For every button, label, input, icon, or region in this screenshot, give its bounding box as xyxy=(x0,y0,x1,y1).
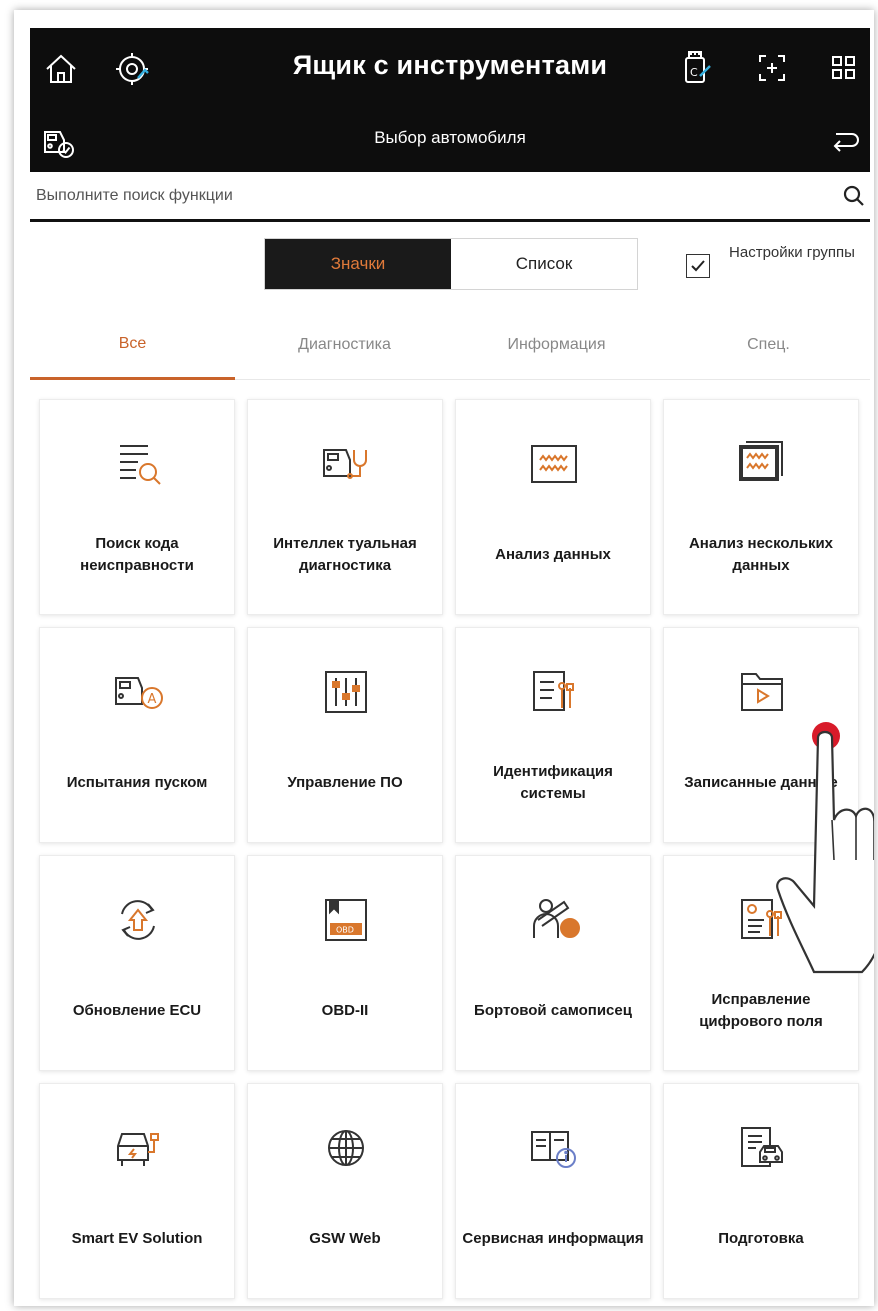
tile-service-information[interactable]: Сервисная информация xyxy=(455,1083,651,1299)
tile-intelligent-diagnosis[interactable]: Интеллек туальная диагностика xyxy=(247,399,443,615)
tile-label: Анализ данных xyxy=(495,546,611,563)
globe-icon xyxy=(316,1120,376,1176)
function-grid: Поиск кода неисправности Интеллек туальн… xyxy=(39,399,867,1306)
sliders-icon xyxy=(316,664,376,720)
service-book-icon xyxy=(524,1120,584,1176)
dtc-search-icon xyxy=(108,436,168,492)
tile-label: Интеллек туальная диагностика xyxy=(273,535,417,574)
header-bar: Ящик с инструментами C Выбор автомобиля xyxy=(30,28,870,172)
tile-onboard-recorder[interactable]: Бортовой самописец xyxy=(455,855,651,1071)
obd-icon: OBD xyxy=(316,892,376,948)
tile-smart-ev[interactable]: Smart EV Solution xyxy=(39,1083,235,1299)
back-return-icon[interactable] xyxy=(830,128,860,156)
car-actuation-icon: A xyxy=(108,664,168,720)
function-search-bar xyxy=(30,172,870,222)
tile-field-fix[interactable]: Исправление цифрового поля xyxy=(663,855,859,1071)
onboard-recorder-icon xyxy=(524,892,584,948)
tile-ecu-update[interactable]: Обновление ECU xyxy=(39,855,235,1071)
vci-connect-icon[interactable]: C xyxy=(680,48,714,86)
car-stethoscope-icon xyxy=(316,436,376,492)
tab-diagnostics[interactable]: Диагностика xyxy=(242,310,447,380)
data-analysis-icon xyxy=(524,436,584,492)
tile-label: Записанные данные xyxy=(684,774,838,791)
tab-special[interactable]: Спец. xyxy=(666,310,871,380)
field-fix-icon xyxy=(732,892,792,948)
vehicle-select-icon[interactable] xyxy=(40,124,76,160)
checkbox-box[interactable] xyxy=(686,254,710,278)
ev-car-icon xyxy=(108,1120,168,1176)
multi-data-analysis-icon xyxy=(732,436,792,492)
tile-label: Бортовой самописец xyxy=(474,1002,632,1019)
search-icon[interactable] xyxy=(842,184,866,213)
screen-capture-icon[interactable] xyxy=(756,52,788,84)
preparation-icon xyxy=(732,1120,792,1176)
ecu-update-icon xyxy=(108,892,168,948)
tile-label: Подготовка xyxy=(718,1230,804,1247)
tab-information[interactable]: Информация xyxy=(454,310,659,380)
tile-software-management[interactable]: Управление ПО xyxy=(247,627,443,843)
vehicle-selection-label[interactable]: Выбор автомобиля xyxy=(250,128,650,148)
tile-system-identification[interactable]: Идентификация системы xyxy=(455,627,651,843)
tile-label: Обновление ECU xyxy=(72,1002,202,1019)
tile-gsw-web[interactable]: GSW Web xyxy=(247,1083,443,1299)
tile-label: Smart EV Solution xyxy=(71,1230,203,1247)
page-title: Ящик с инструментами xyxy=(292,50,608,80)
tile-label: Управление ПО xyxy=(287,774,403,791)
list-view-button[interactable]: Список xyxy=(451,239,637,289)
diagnostic-gear-icon[interactable] xyxy=(114,50,152,88)
tile-label: Поиск кода неисправности xyxy=(80,535,194,574)
tile-label: GSW Web xyxy=(309,1230,381,1247)
tile-recorded-data[interactable]: Записанные данные xyxy=(663,627,859,843)
svg-text:C: C xyxy=(690,66,698,79)
svg-text:A: A xyxy=(148,692,157,707)
tile-label: Испытания пуском xyxy=(66,774,208,791)
tab-all[interactable]: Все xyxy=(30,310,235,380)
system-id-icon xyxy=(524,664,584,720)
search-input[interactable] xyxy=(36,178,816,214)
view-mode-toggle: Значки Список xyxy=(264,238,638,290)
tile-dtc-search[interactable]: Поиск кода неисправности xyxy=(39,399,235,615)
svg-text:OBD: OBD xyxy=(336,926,354,935)
tile-multi-data-analysis[interactable]: Анализ нескольких данных xyxy=(663,399,859,615)
tile-label: Сервисная информация xyxy=(462,1230,644,1247)
tile-preparation[interactable]: Подготовка xyxy=(663,1083,859,1299)
tile-label: Идентификация системы xyxy=(493,763,613,802)
recorded-folder-icon xyxy=(732,664,792,720)
tile-label: Исправление цифрового поля xyxy=(699,991,823,1030)
header-vehicle-row: Выбор автомобиля xyxy=(30,114,870,170)
group-settings-label: Настройки группы xyxy=(729,244,855,261)
icons-view-button[interactable]: Значки xyxy=(265,239,451,289)
app-window: Ящик с инструментами C Выбор автомобиля xyxy=(14,10,874,1306)
group-settings-checkbox[interactable]: Настройки группы xyxy=(686,242,866,292)
header-top-row: Ящик с инструментами C xyxy=(30,28,870,108)
menu-grid-icon[interactable] xyxy=(830,54,858,82)
tile-data-analysis[interactable]: Анализ данных xyxy=(455,399,651,615)
tile-obd2[interactable]: OBD OBD-II xyxy=(247,855,443,1071)
tile-actuation-test[interactable]: A Испытания пуском xyxy=(39,627,235,843)
home-icon[interactable] xyxy=(44,52,78,86)
tile-label: OBD-II xyxy=(321,1002,369,1019)
tile-label: Анализ нескольких данных xyxy=(688,535,834,574)
category-tabs: Все Диагностика Информация Спец. xyxy=(30,310,870,380)
